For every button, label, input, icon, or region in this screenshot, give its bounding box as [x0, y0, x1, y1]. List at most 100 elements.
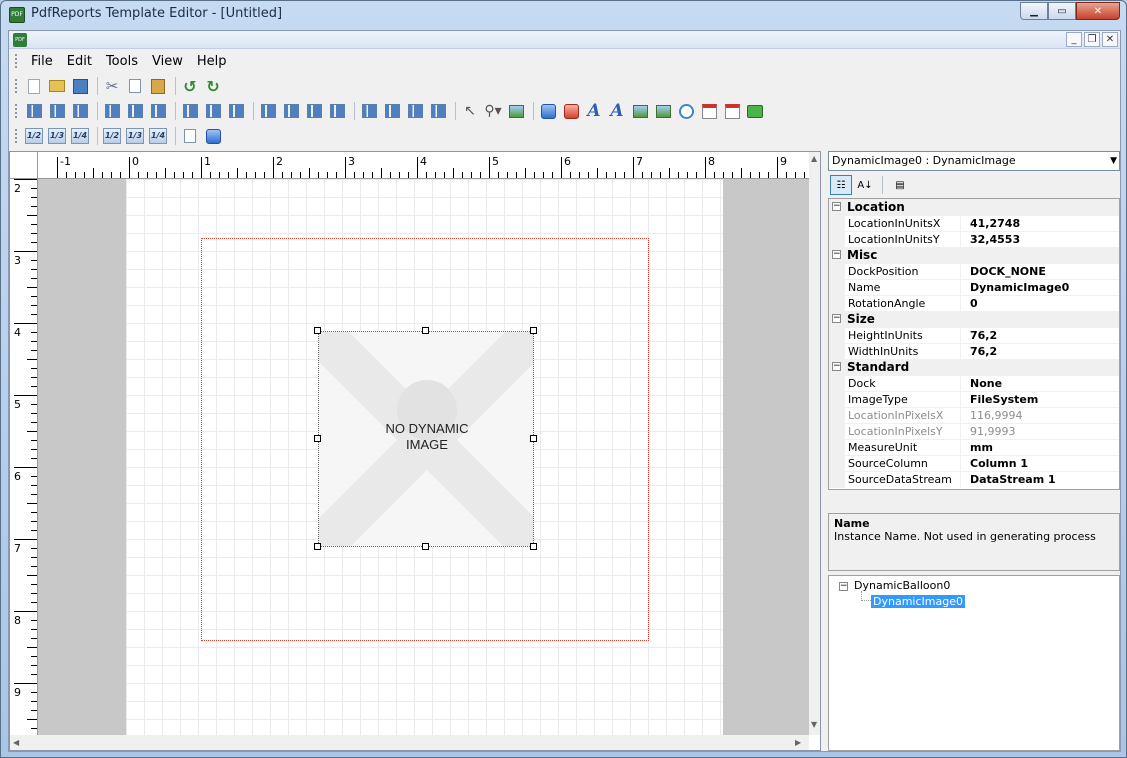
property-value[interactable]: 76,2: [970, 344, 997, 360]
title-bar[interactable]: PDF PdfReports Template Editor - [Untitl…: [1, 1, 1126, 29]
scroll-left-icon[interactable]: ◀: [13, 738, 19, 747]
align-top-button[interactable]: [102, 101, 122, 121]
calendar-button[interactable]: [699, 101, 719, 121]
align-left-button[interactable]: [24, 101, 44, 121]
barcode-button[interactable]: [745, 101, 765, 121]
cut-button[interactable]: ✂: [102, 76, 122, 96]
undo-button[interactable]: ↺: [180, 76, 200, 96]
report-page[interactable]: NO DYNAMIC IMAGE: [126, 179, 723, 735]
category-size[interactable]: − Size: [829, 311, 1119, 327]
same-height-button[interactable]: [203, 101, 223, 121]
align-middle-button[interactable]: [125, 101, 145, 121]
property-value[interactable]: 32,4553: [970, 232, 1020, 248]
property-row[interactable]: Dock None: [829, 375, 1119, 392]
collapse-icon[interactable]: −: [832, 362, 841, 371]
toolbar-grip[interactable]: [15, 79, 18, 93]
property-value[interactable]: DynamicImage0: [970, 280, 1069, 296]
canvas-area[interactable]: NO DYNAMIC IMAGE: [38, 179, 809, 735]
hspace-decrease-button[interactable]: [304, 101, 324, 121]
property-value[interactable]: DataStream 1: [970, 472, 1056, 488]
fraction-a-third-button[interactable]: 1/3: [47, 126, 67, 146]
same-width-button[interactable]: [180, 101, 200, 121]
property-row[interactable]: Name DynamicImage0: [829, 279, 1119, 296]
horizontal-scrollbar[interactable]: ◀ ▶: [10, 735, 809, 750]
close-button[interactable]: ✕: [1076, 2, 1120, 20]
page-number-button[interactable]: [722, 101, 742, 121]
property-row[interactable]: MeasureUnit mm: [829, 439, 1119, 456]
mdi-close-button[interactable]: ✕: [1102, 32, 1118, 47]
property-value[interactable]: FileSystem: [970, 392, 1038, 408]
property-value[interactable]: 76,2: [970, 328, 997, 344]
resize-handle-ne[interactable]: [530, 327, 537, 334]
table-button[interactable]: [506, 101, 526, 121]
clock-button[interactable]: [676, 101, 696, 121]
category-location[interactable]: − Location: [829, 199, 1119, 215]
save-button[interactable]: [70, 76, 90, 96]
property-value[interactable]: None: [970, 376, 1002, 392]
tree-node-dynamic-image[interactable]: DynamicImage0: [871, 595, 965, 608]
menu-edit[interactable]: Edit: [60, 54, 99, 69]
property-value[interactable]: DOCK_NONE: [970, 264, 1046, 280]
alphabetical-button[interactable]: A↓: [854, 175, 876, 195]
align-center-button[interactable]: [47, 101, 67, 121]
scroll-down-icon[interactable]: ▼: [811, 720, 817, 729]
property-row[interactable]: SourceDataStream DataStream 1: [829, 471, 1119, 488]
hspace-remove-button[interactable]: [327, 101, 347, 121]
send-back-button[interactable]: [203, 126, 223, 146]
property-value[interactable]: mm: [970, 440, 993, 456]
menu-help[interactable]: Help: [190, 54, 234, 69]
align-bottom-button[interactable]: [148, 101, 168, 121]
fraction-a-half-button[interactable]: 1/2: [24, 126, 44, 146]
hspace-increase-button[interactable]: [281, 101, 301, 121]
vspace-decrease-button[interactable]: [405, 101, 425, 121]
fraction-b-quarter-button[interactable]: 1/4: [148, 126, 168, 146]
align-right-button[interactable]: [70, 101, 90, 121]
vspace-increase-button[interactable]: [382, 101, 402, 121]
tree-collapse-icon[interactable]: −: [839, 582, 848, 591]
property-row-readonly[interactable]: LocationInPixelsX 116,9994: [829, 407, 1119, 424]
pointer-button[interactable]: ↖: [460, 101, 480, 121]
scroll-up-icon[interactable]: ▲: [811, 154, 817, 163]
copy-button[interactable]: [125, 76, 145, 96]
object-selector[interactable]: DynamicImage0 : DynamicImage ▼: [828, 151, 1120, 171]
paste-button[interactable]: [148, 76, 168, 96]
menu-tools[interactable]: Tools: [99, 54, 145, 69]
dynamic-image[interactable]: NO DYNAMIC IMAGE: [318, 331, 534, 547]
dynamic-image-button[interactable]: [653, 101, 673, 121]
formatted-text-button[interactable]: A: [607, 101, 627, 121]
mdi-restore-button[interactable]: ❐: [1084, 32, 1100, 47]
mdi-document-icon[interactable]: PDF: [13, 33, 27, 47]
zoom-button[interactable]: ⚲▾: [483, 101, 503, 121]
rounded-box-button[interactable]: [561, 101, 581, 121]
new-button[interactable]: [24, 76, 44, 96]
vspace-equal-button[interactable]: [359, 101, 379, 121]
property-row[interactable]: SourceColumn Column 1: [829, 455, 1119, 472]
resize-handle-w[interactable]: [314, 435, 321, 442]
vspace-remove-button[interactable]: [428, 101, 448, 121]
collapse-icon[interactable]: −: [832, 250, 841, 259]
menu-file[interactable]: File: [24, 54, 60, 69]
property-row-readonly[interactable]: LocationInPixelsY 91,9993: [829, 423, 1119, 440]
fraction-a-quarter-button[interactable]: 1/4: [70, 126, 90, 146]
vertical-scrollbar[interactable]: ▲ ▼: [809, 152, 820, 735]
property-row[interactable]: DockPosition DOCK_NONE: [829, 263, 1119, 280]
category-misc[interactable]: − Misc: [829, 247, 1119, 263]
maximize-button[interactable]: ▭: [1048, 2, 1076, 20]
property-row[interactable]: RotationAngle 0: [829, 295, 1119, 312]
mdi-minimize-button[interactable]: _: [1066, 32, 1082, 47]
redo-button[interactable]: ↻: [203, 76, 223, 96]
resize-handle-s[interactable]: [422, 543, 429, 550]
property-row[interactable]: LocationInUnitsY 32,4553: [829, 231, 1119, 248]
category-standard[interactable]: − Standard: [829, 359, 1119, 375]
menu-grip[interactable]: [15, 54, 18, 68]
categorized-button[interactable]: ☷: [830, 175, 852, 195]
minimize-button[interactable]: ▁: [1020, 2, 1048, 20]
resize-handle-nw[interactable]: [314, 327, 321, 334]
collapse-icon[interactable]: −: [832, 202, 841, 211]
balloon-button[interactable]: [538, 101, 558, 121]
property-value[interactable]: 0: [970, 296, 978, 312]
collapse-icon[interactable]: −: [832, 314, 841, 323]
resize-handle-se[interactable]: [530, 543, 537, 550]
resize-handle-e[interactable]: [530, 435, 537, 442]
property-pages-button[interactable]: ▤: [889, 175, 911, 195]
